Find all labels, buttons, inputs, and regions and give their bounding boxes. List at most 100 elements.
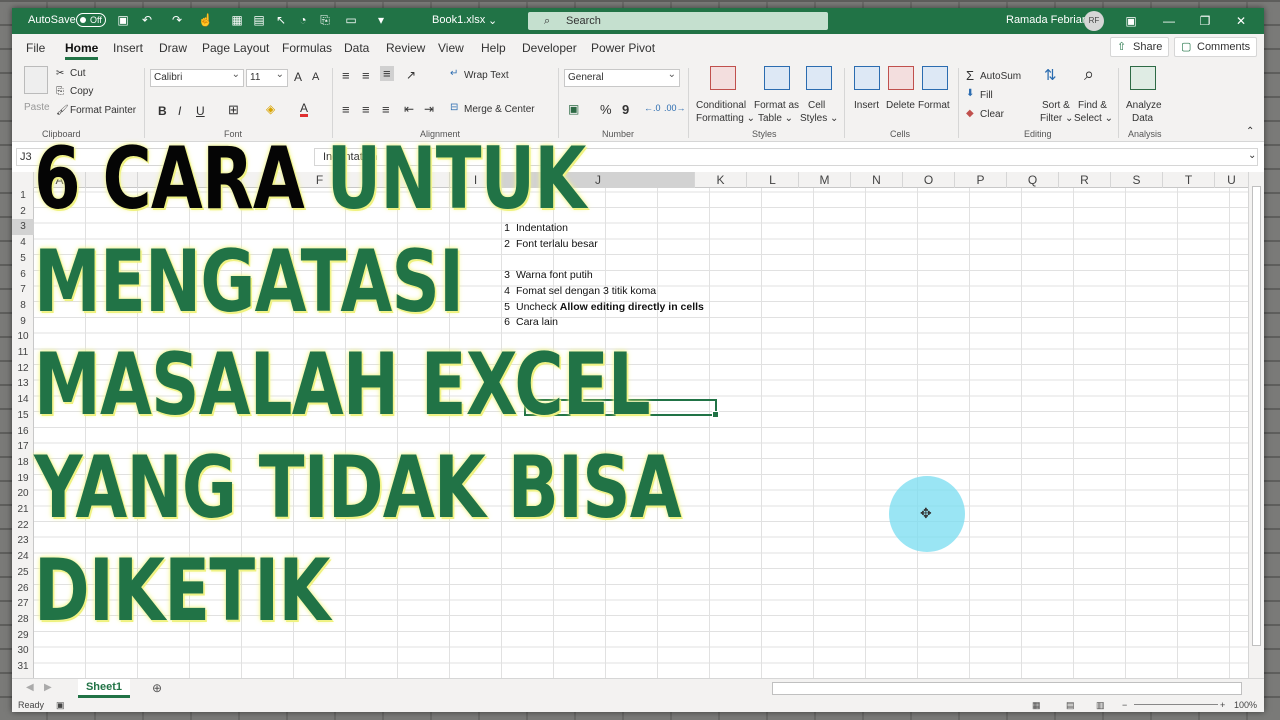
zoom-slider[interactable] bbox=[1134, 704, 1218, 705]
row-header[interactable]: 2 bbox=[12, 204, 34, 220]
column-header-o[interactable]: O bbox=[903, 172, 955, 188]
delete-cells-icon[interactable] bbox=[888, 66, 914, 90]
find-select-label-1[interactable]: Find & bbox=[1078, 100, 1107, 111]
eraser-icon[interactable]: ◆ bbox=[966, 108, 974, 119]
row-header[interactable]: 23 bbox=[12, 533, 34, 549]
search-box[interactable]: ⌕ Search bbox=[528, 12, 828, 30]
format-painter-icon[interactable]: 🖌 bbox=[56, 105, 69, 116]
select-all-button[interactable] bbox=[12, 172, 34, 188]
decrease-indent-icon[interactable]: ⇤ bbox=[404, 102, 414, 116]
format-painter-button[interactable]: Format Painter bbox=[70, 105, 136, 116]
row-header[interactable]: 18 bbox=[12, 455, 34, 471]
percent-button[interactable]: % bbox=[600, 102, 612, 117]
zoom-in-icon[interactable]: + bbox=[1220, 698, 1225, 712]
chevron-down-icon[interactable]: ⌄ bbox=[488, 14, 497, 27]
copy-button[interactable]: Copy bbox=[70, 86, 93, 97]
paste-special-icon[interactable]: ⎘ bbox=[318, 13, 332, 27]
align-middle-icon[interactable]: ≡ bbox=[362, 68, 370, 83]
column-header-q[interactable]: Q bbox=[1007, 172, 1059, 188]
row-header[interactable]: 19 bbox=[12, 471, 34, 487]
tab-help[interactable]: Help bbox=[481, 41, 506, 55]
scroll-tabs-left-icon[interactable]: ◀ bbox=[26, 682, 34, 693]
normal-view-icon[interactable]: ▦ bbox=[1032, 698, 1041, 712]
conditional-formatting-icon[interactable] bbox=[710, 66, 736, 90]
underline-button[interactable]: U bbox=[196, 104, 205, 118]
share-button[interactable]: ⇧ Share bbox=[1110, 37, 1170, 57]
zoom-level[interactable]: 100% bbox=[1234, 698, 1257, 712]
row-header[interactable]: 28 bbox=[12, 612, 34, 628]
row-header[interactable]: 17 bbox=[12, 439, 34, 455]
tab-developer[interactable]: Developer bbox=[522, 41, 577, 55]
save-icon[interactable]: ▣ bbox=[116, 13, 130, 27]
number-format-select[interactable]: General bbox=[564, 67, 680, 87]
tab-view[interactable]: View bbox=[438, 41, 464, 55]
align-bottom-icon[interactable]: ≡ bbox=[380, 66, 394, 81]
tab-home[interactable]: Home bbox=[65, 41, 99, 60]
increase-indent-icon[interactable]: ⇥ bbox=[424, 102, 434, 116]
fill-icon[interactable]: ⬇ bbox=[966, 88, 974, 99]
format-cells-icon[interactable] bbox=[922, 66, 948, 90]
conditional-formatting-label-2[interactable]: Formatting ⌄ bbox=[696, 113, 755, 124]
autosave-toggle[interactable]: Off bbox=[76, 13, 106, 27]
format-cells-button[interactable]: Format bbox=[918, 100, 950, 111]
column-header-n[interactable]: N bbox=[851, 172, 903, 188]
analyze-data-icon[interactable] bbox=[1130, 66, 1156, 90]
column-header-p[interactable]: P bbox=[955, 172, 1007, 188]
insert-cells-icon[interactable] bbox=[854, 66, 880, 90]
row-header[interactable]: 4 bbox=[12, 235, 34, 251]
macro-record-icon[interactable]: ▣ bbox=[56, 698, 65, 712]
row-header[interactable]: 15 bbox=[12, 408, 34, 424]
increase-font-icon[interactable]: A bbox=[294, 70, 302, 84]
wrap-text-button[interactable]: Wrap Text bbox=[464, 70, 509, 81]
tab-insert[interactable]: Insert bbox=[113, 41, 143, 55]
font-color-icon[interactable]: A bbox=[300, 102, 309, 117]
orientation-icon[interactable]: ↗ bbox=[406, 68, 416, 82]
row-header[interactable]: 24 bbox=[12, 549, 34, 565]
analyze-data-label-1[interactable]: Analyze bbox=[1126, 100, 1162, 111]
align-left-icon[interactable]: ≡ bbox=[342, 102, 350, 117]
comma-style-button[interactable]: 9 bbox=[622, 102, 629, 117]
sort-filter-label-2[interactable]: Filter ⌄ bbox=[1040, 113, 1073, 124]
sheet-tab[interactable]: Sheet1 bbox=[78, 679, 130, 698]
column-header-m[interactable]: M bbox=[799, 172, 851, 188]
tab-file[interactable]: File bbox=[26, 41, 45, 55]
insert-cells-button[interactable]: Insert bbox=[854, 100, 879, 111]
column-header-t[interactable]: T bbox=[1163, 172, 1215, 188]
align-top-icon[interactable]: ≡ bbox=[342, 68, 350, 83]
form-icon[interactable]: ▦ bbox=[230, 13, 244, 27]
align-right-icon[interactable]: ≡ bbox=[382, 102, 390, 117]
merge-center-icon[interactable]: ⊟ bbox=[450, 102, 458, 113]
tab-formulas[interactable]: Formulas bbox=[282, 41, 332, 55]
tab-draw[interactable]: Draw bbox=[159, 41, 187, 55]
table-icon[interactable]: ▤ bbox=[252, 13, 266, 27]
find-icon[interactable]: ⌕ bbox=[1084, 64, 1094, 85]
vertical-scrollbar[interactable] bbox=[1248, 172, 1264, 678]
undo-icon[interactable]: ↶ bbox=[140, 13, 154, 27]
comments-button[interactable]: ▢ Comments bbox=[1174, 37, 1258, 57]
expand-formula-icon[interactable]: ⌄ bbox=[1248, 150, 1256, 161]
delete-cells-button[interactable]: Delete bbox=[886, 100, 915, 111]
collapse-ribbon-icon[interactable]: ⌃ bbox=[1246, 126, 1254, 137]
merge-center-button[interactable]: Merge & Center bbox=[464, 104, 535, 115]
autosum-button[interactable]: AutoSum bbox=[980, 71, 1021, 82]
format-as-table-icon[interactable] bbox=[764, 66, 790, 90]
currency-icon[interactable]: ▣ bbox=[568, 102, 579, 116]
row-header[interactable]: 9 bbox=[12, 314, 34, 330]
increase-decimal-icon[interactable]: ←.0 bbox=[644, 103, 661, 113]
tab-page-layout[interactable]: Page Layout bbox=[202, 41, 269, 55]
shapes-icon[interactable]: ◔ bbox=[296, 13, 310, 27]
row-header[interactable]: 31 bbox=[12, 659, 34, 675]
page-layout-view-icon[interactable]: ▤ bbox=[1066, 698, 1075, 712]
tab-data[interactable]: Data bbox=[344, 41, 369, 55]
row-header[interactable]: 8 bbox=[12, 298, 34, 314]
cut-button[interactable]: Cut bbox=[70, 68, 86, 79]
row-header[interactable]: 6 bbox=[12, 267, 34, 283]
cell-styles-label-1[interactable]: Cell bbox=[808, 100, 825, 111]
row-header[interactable]: 14 bbox=[12, 392, 34, 408]
close-icon[interactable]: ✕ bbox=[1232, 12, 1250, 30]
column-header-u[interactable]: U bbox=[1215, 172, 1248, 188]
row-header[interactable]: 27 bbox=[12, 596, 34, 612]
row-header[interactable]: 7 bbox=[12, 282, 34, 298]
tab-review[interactable]: Review bbox=[386, 41, 425, 55]
italic-button[interactable]: I bbox=[178, 104, 181, 118]
